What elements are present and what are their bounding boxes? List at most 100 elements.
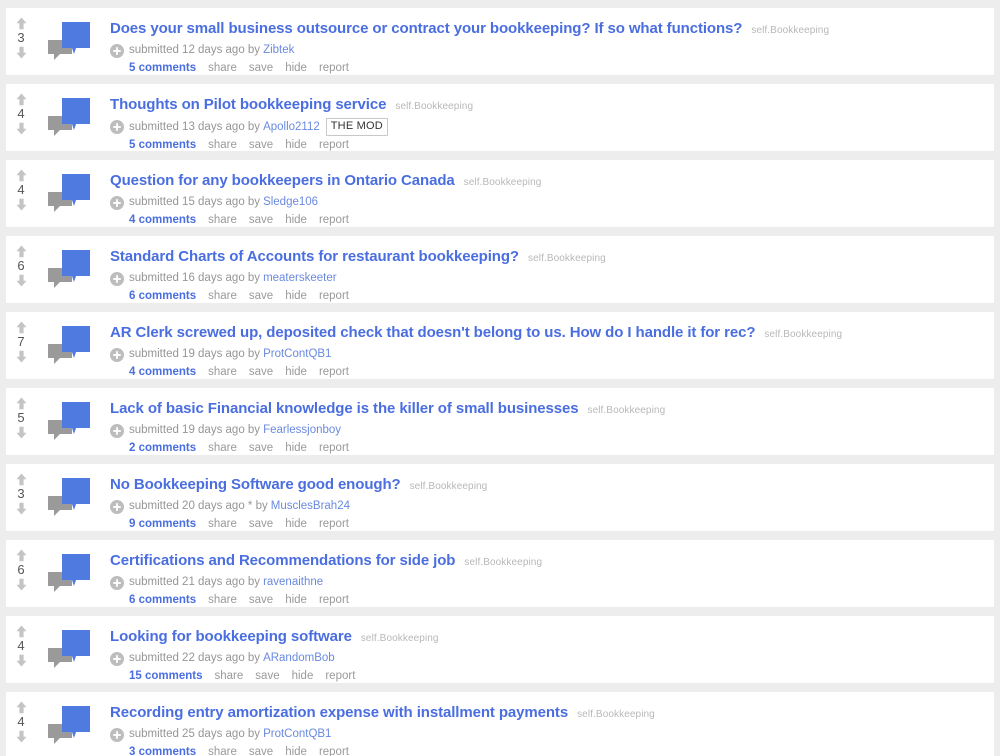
post-share-action[interactable]: share [208, 137, 237, 153]
post-comments-link[interactable]: 9 comments [129, 516, 196, 532]
post-report-action[interactable]: report [319, 744, 349, 756]
upvote-arrow-icon[interactable] [14, 700, 29, 715]
self-post-comment-bubble-icon[interactable] [42, 18, 96, 66]
post-report-action[interactable]: report [319, 364, 349, 380]
downvote-arrow-icon[interactable] [14, 653, 29, 668]
self-post-comment-bubble-icon[interactable] [42, 170, 96, 218]
post-save-action[interactable]: save [249, 516, 273, 532]
post-author-link[interactable]: Fearlessjonboy [263, 422, 341, 439]
post-comments-link[interactable]: 5 comments [129, 60, 196, 76]
expand-plus-icon[interactable] [110, 195, 124, 210]
self-post-comment-bubble-icon[interactable] [42, 550, 96, 598]
post-comments-link[interactable]: 6 comments [129, 592, 196, 608]
upvote-arrow-icon[interactable] [14, 320, 29, 335]
post-domain[interactable]: self.Bookkeeping [464, 554, 542, 572]
post-domain[interactable]: self.Bookkeeping [751, 22, 829, 40]
post-share-action[interactable]: share [208, 744, 237, 756]
post-domain[interactable]: self.Bookkeeping [764, 326, 842, 344]
post-title-link[interactable]: Recording entry amortization expense wit… [110, 704, 568, 722]
upvote-arrow-icon[interactable] [14, 168, 29, 183]
post-share-action[interactable]: share [208, 212, 237, 228]
post-author-link[interactable]: MusclesBrah24 [271, 498, 350, 515]
post-comments-link[interactable]: 6 comments [129, 288, 196, 304]
downvote-arrow-icon[interactable] [14, 729, 29, 744]
post-domain[interactable]: self.Bookkeeping [577, 706, 655, 724]
post-title-link[interactable]: Question for any bookkeepers in Ontario … [110, 172, 455, 190]
post-hide-action[interactable]: hide [285, 60, 307, 76]
post-author-link[interactable]: Sledge106 [263, 194, 318, 211]
upvote-arrow-icon[interactable] [14, 472, 29, 487]
post-author-link[interactable]: ProtContQB1 [263, 726, 331, 743]
post-hide-action[interactable]: hide [285, 288, 307, 304]
post-save-action[interactable]: save [249, 137, 273, 153]
expand-plus-icon[interactable] [110, 120, 124, 134]
expand-plus-icon[interactable] [110, 347, 124, 362]
expand-plus-icon[interactable] [110, 423, 124, 438]
post-title-link[interactable]: Certifications and Recommendations for s… [110, 552, 455, 570]
post-report-action[interactable]: report [319, 212, 349, 228]
post-report-action[interactable]: report [319, 592, 349, 608]
post-report-action[interactable]: report [319, 137, 349, 153]
post-author-link[interactable]: ravenaithne [263, 574, 323, 591]
post-save-action[interactable]: save [249, 364, 273, 380]
post-author-link[interactable]: meaterskeeter [263, 270, 337, 287]
upvote-arrow-icon[interactable] [14, 244, 29, 259]
post-hide-action[interactable]: hide [285, 516, 307, 532]
expand-plus-icon[interactable] [110, 651, 124, 666]
downvote-arrow-icon[interactable] [14, 501, 29, 516]
post-share-action[interactable]: share [208, 288, 237, 304]
post-title-link[interactable]: Does your small business outsource or co… [110, 20, 742, 38]
expand-plus-icon[interactable] [110, 727, 124, 742]
self-post-comment-bubble-icon[interactable] [42, 246, 96, 294]
post-domain[interactable]: self.Bookkeeping [361, 630, 439, 648]
post-share-action[interactable]: share [215, 668, 244, 684]
post-save-action[interactable]: save [249, 212, 273, 228]
post-report-action[interactable]: report [319, 288, 349, 304]
downvote-arrow-icon[interactable] [14, 425, 29, 440]
upvote-arrow-icon[interactable] [14, 16, 29, 31]
post-comments-link[interactable]: 5 comments [129, 137, 196, 153]
post-hide-action[interactable]: hide [285, 744, 307, 756]
downvote-arrow-icon[interactable] [14, 273, 29, 288]
post-author-link[interactable]: ProtContQB1 [263, 346, 331, 363]
post-author-link[interactable]: Apollo2112 [263, 119, 320, 136]
downvote-arrow-icon[interactable] [14, 45, 29, 60]
post-title-link[interactable]: No Bookkeeping Software good enough? [110, 476, 401, 494]
upvote-arrow-icon[interactable] [14, 548, 29, 563]
post-title-link[interactable]: AR Clerk screwed up, deposited check tha… [110, 324, 756, 342]
post-title-link[interactable]: Standard Charts of Accounts for restaura… [110, 248, 519, 266]
downvote-arrow-icon[interactable] [14, 121, 29, 136]
post-hide-action[interactable]: hide [285, 592, 307, 608]
expand-plus-icon[interactable] [110, 575, 124, 590]
post-report-action[interactable]: report [319, 440, 349, 456]
expand-plus-icon[interactable] [110, 271, 124, 286]
expand-plus-icon[interactable] [110, 499, 124, 514]
upvote-arrow-icon[interactable] [14, 396, 29, 411]
post-domain[interactable]: self.Bookkeeping [464, 174, 542, 192]
post-title-link[interactable]: Thoughts on Pilot bookkeeping service [110, 96, 386, 114]
post-report-action[interactable]: report [325, 668, 355, 684]
post-comments-link[interactable]: 3 comments [129, 744, 196, 756]
post-save-action[interactable]: save [249, 288, 273, 304]
post-domain[interactable]: self.Bookkeeping [410, 478, 488, 496]
post-title-link[interactable]: Lack of basic Financial knowledge is the… [110, 400, 579, 418]
self-post-comment-bubble-icon[interactable] [42, 474, 96, 522]
post-comments-link[interactable]: 4 comments [129, 212, 196, 228]
post-comments-link[interactable]: 4 comments [129, 364, 196, 380]
post-domain[interactable]: self.Bookkeeping [587, 402, 665, 420]
post-hide-action[interactable]: hide [292, 668, 314, 684]
downvote-arrow-icon[interactable] [14, 577, 29, 592]
post-hide-action[interactable]: hide [285, 364, 307, 380]
post-author-link[interactable]: ARandomBob [263, 650, 335, 667]
post-share-action[interactable]: share [208, 440, 237, 456]
post-domain[interactable]: self.Bookkeeping [528, 250, 606, 268]
post-comments-link[interactable]: 15 comments [129, 668, 203, 684]
self-post-comment-bubble-icon[interactable] [42, 94, 96, 142]
self-post-comment-bubble-icon[interactable] [42, 702, 96, 750]
post-title-link[interactable]: Looking for bookkeeping software [110, 628, 352, 646]
self-post-comment-bubble-icon[interactable] [42, 626, 96, 674]
self-post-comment-bubble-icon[interactable] [42, 322, 96, 370]
post-comments-link[interactable]: 2 comments [129, 440, 196, 456]
post-share-action[interactable]: share [208, 516, 237, 532]
post-report-action[interactable]: report [319, 516, 349, 532]
